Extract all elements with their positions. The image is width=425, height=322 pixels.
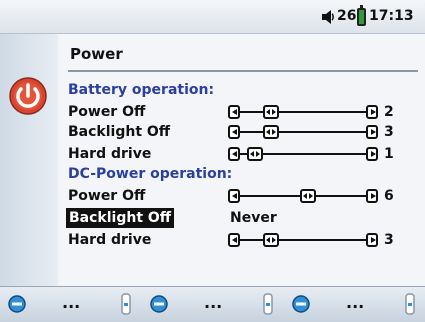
slider-track <box>240 239 366 241</box>
settings-panel: Power Battery operation: Power Off 2 Bac… <box>58 34 425 286</box>
row-label-battery-power-off[interactable]: Power Off <box>68 102 145 122</box>
value-battery-backlight-off: 3 <box>384 124 394 140</box>
slider-battery-hard-drive[interactable] <box>228 147 378 161</box>
slider-battery-power-off[interactable] <box>228 105 378 119</box>
slider-thumb[interactable] <box>263 125 280 139</box>
page-title: Power <box>70 45 123 63</box>
slider-thumb[interactable] <box>300 189 317 203</box>
bottom-slot-3[interactable]: ... <box>284 287 425 322</box>
power-icon <box>9 77 47 115</box>
battery-icon <box>357 5 366 26</box>
value-battery-hard-drive: 1 <box>384 146 394 162</box>
bottom-slot-label: ... <box>346 293 365 312</box>
decrease-arrow-icon[interactable] <box>228 233 240 247</box>
slider-battery-backlight-off[interactable] <box>228 125 378 139</box>
slider-dc-power-off[interactable] <box>228 189 378 203</box>
left-panel <box>0 34 58 286</box>
value-dc-power-off: 6 <box>384 188 394 204</box>
row-label-dc-backlight-off[interactable]: Backlight Off <box>66 208 175 228</box>
increase-arrow-icon[interactable] <box>366 105 378 119</box>
decrease-arrow-icon[interactable] <box>228 147 240 161</box>
bottom-bar: ... ... ... <box>0 286 425 322</box>
blue-button-icon <box>292 295 310 313</box>
decrease-arrow-icon[interactable] <box>228 189 240 203</box>
increase-arrow-icon[interactable] <box>366 233 378 247</box>
row-label-battery-backlight-off[interactable]: Backlight Off <box>68 122 170 142</box>
section-heading-dc-power: DC-Power operation: <box>68 166 233 182</box>
value-dc-hard-drive: 3 <box>384 232 394 248</box>
clock: 17:13 <box>369 8 414 24</box>
value-dc-backlight-off: Never <box>230 210 277 226</box>
remote-icon <box>121 293 131 315</box>
row-label-dc-power-off[interactable]: Power Off <box>68 186 145 206</box>
remote-icon <box>405 293 415 315</box>
decrease-arrow-icon[interactable] <box>228 125 240 139</box>
slider-thumb[interactable] <box>263 105 280 119</box>
row-label-battery-hard-drive[interactable]: Hard drive <box>68 144 151 164</box>
slider-dc-hard-drive[interactable] <box>228 233 378 247</box>
title-divider <box>68 70 418 72</box>
status-bar: 26 17:13 <box>0 0 425 34</box>
value-battery-power-off: 2 <box>384 104 394 120</box>
speaker-icon <box>322 10 334 24</box>
slider-thumb[interactable] <box>247 147 264 161</box>
increase-arrow-icon[interactable] <box>366 189 378 203</box>
bottom-slot-label: ... <box>204 293 223 312</box>
blue-button-icon <box>8 295 26 313</box>
section-heading-battery: Battery operation: <box>68 82 215 98</box>
slider-track <box>240 111 366 113</box>
remote-icon <box>263 293 273 315</box>
row-label-dc-hard-drive[interactable]: Hard drive <box>68 230 151 250</box>
bottom-slot-label: ... <box>62 293 81 312</box>
increase-arrow-icon[interactable] <box>366 147 378 161</box>
volume-level: 26 <box>337 8 357 24</box>
slider-thumb[interactable] <box>263 233 280 247</box>
slider-track <box>240 131 366 133</box>
blue-button-icon <box>150 295 168 313</box>
decrease-arrow-icon[interactable] <box>228 105 240 119</box>
increase-arrow-icon[interactable] <box>366 125 378 139</box>
bottom-slot-1[interactable]: ... <box>0 287 142 322</box>
bottom-slot-2[interactable]: ... <box>142 287 284 322</box>
